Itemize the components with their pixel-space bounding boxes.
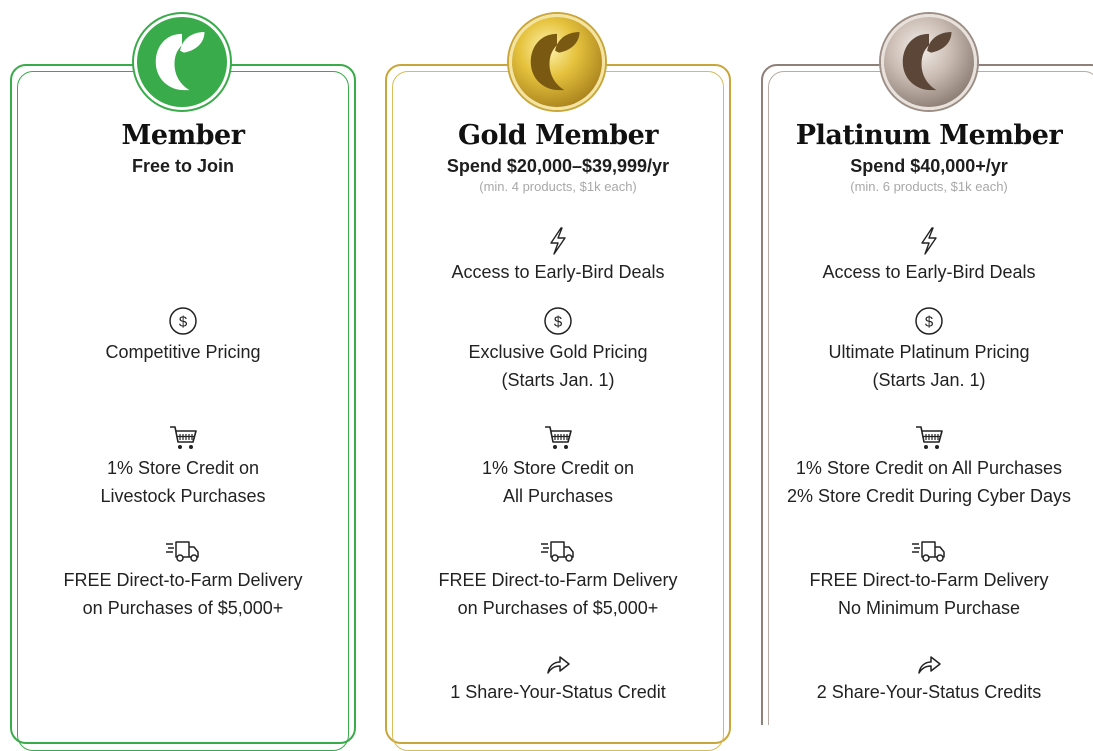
member-logo [134, 14, 230, 110]
feature-text: All Purchases [502, 486, 614, 506]
lightning-icon [921, 227, 937, 255]
feature-pricing: $ Ultimate Platinum Pricing (Starts Jan.… [761, 306, 1093, 394]
delivery-truck-icon [541, 541, 574, 562]
feature-text: No Minimum Purchase [837, 598, 1021, 618]
feature-text: FREE Direct-to-Farm Delivery [63, 570, 303, 590]
feature-text: (Starts Jan. 1) [501, 370, 615, 390]
feature-text: 1% Store Credit on [481, 458, 635, 478]
tier-subtitle: Free to Join [131, 156, 234, 176]
tier-title: Member [121, 120, 245, 151]
svg-text:$: $ [554, 314, 563, 331]
tier-card-gold: Gold Member Spend $20,000–$39,999/yr (mi… [385, 0, 731, 751]
tier-subtitle: Spend $40,000+/yr [850, 156, 1008, 176]
feature-text: 1% Store Credit on All Purchases [795, 458, 1063, 478]
feature-text: Ultimate Platinum Pricing [828, 342, 1030, 362]
lightning-icon [550, 227, 566, 255]
feature-text: 1% Store Credit on [106, 458, 260, 478]
feature-text: Livestock Purchases [100, 486, 266, 506]
tier-title: Gold Member [457, 120, 659, 151]
feature-text: on Purchases of $5,000+ [457, 598, 659, 618]
feature-text: 2 Share-Your-Status Credits [816, 682, 1042, 702]
share-arrow-icon [547, 656, 570, 674]
feature-store-credit: 1% Store Credit on All Purchases [385, 424, 731, 510]
feature-text: (Starts Jan. 1) [872, 370, 986, 390]
feature-share-status: 2 Share-Your-Status Credits [761, 654, 1093, 706]
svg-text:$: $ [179, 314, 188, 331]
svg-text:$: $ [925, 314, 934, 331]
share-arrow-icon [918, 656, 941, 674]
feature-delivery: FREE Direct-to-Farm Delivery on Purchase… [10, 538, 356, 622]
feature-early-bird: Access to Early-Bird Deals [385, 226, 731, 286]
feature-store-credit: 1% Store Credit on All Purchases 2% Stor… [761, 424, 1093, 510]
dollar-circle-icon: $ [915, 307, 943, 335]
feature-text: 1 Share-Your-Status Credit [450, 682, 666, 702]
feature-store-credit: 1% Store Credit on Livestock Purchases [10, 424, 356, 510]
tier-requirement-note: (min. 4 products, $1k each) [479, 179, 637, 194]
shopping-cart-icon [916, 426, 943, 449]
feature-text: Access to Early-Bird Deals [451, 262, 665, 282]
tier-subtitle: Spend $20,000–$39,999/yr [446, 156, 670, 176]
dollar-circle-icon: $ [169, 307, 197, 335]
platinum-logo [881, 14, 977, 110]
feature-text: FREE Direct-to-Farm Delivery [809, 570, 1049, 590]
feature-text: 2% Store Credit During Cyber Days [786, 486, 1072, 506]
tier-requirement-note: (min. 6 products, $1k each) [850, 179, 1008, 194]
tier-card-platinum: Platinum Member Spend $40,000+/yr (min. … [761, 0, 1093, 725]
feature-delivery: FREE Direct-to-Farm Delivery on Purchase… [385, 538, 731, 622]
tier-card-member: Member Free to Join $ Competitive Pricin… [10, 0, 356, 751]
feature-text: Competitive Pricing [105, 342, 261, 362]
delivery-truck-icon [912, 541, 945, 562]
delivery-truck-icon [166, 541, 199, 562]
feature-delivery: FREE Direct-to-Farm Delivery No Minimum … [761, 538, 1093, 622]
shopping-cart-icon [545, 426, 572, 449]
feature-text: Access to Early-Bird Deals [822, 262, 1036, 282]
tier-title: Platinum Member [795, 120, 1063, 151]
dollar-circle-icon: $ [544, 307, 572, 335]
feature-text: FREE Direct-to-Farm Delivery [438, 570, 678, 590]
gold-logo [509, 14, 605, 110]
feature-share-status: 1 Share-Your-Status Credit [385, 654, 731, 706]
shopping-cart-icon [170, 426, 197, 449]
feature-pricing: $ Competitive Pricing [10, 306, 356, 366]
feature-text: Exclusive Gold Pricing [468, 342, 648, 362]
feature-pricing: $ Exclusive Gold Pricing (Starts Jan. 1) [385, 306, 731, 394]
feature-text: on Purchases of $5,000+ [82, 598, 284, 618]
feature-early-bird: Access to Early-Bird Deals [761, 226, 1093, 286]
